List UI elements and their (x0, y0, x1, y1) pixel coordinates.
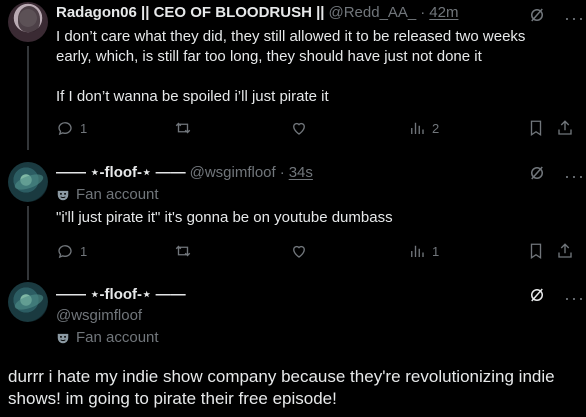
handle-row: @wsgimfloof (56, 307, 142, 324)
timestamp[interactable]: 34s (289, 164, 313, 181)
bookmark-button[interactable] (527, 119, 545, 137)
fan-account-label: Fan account (76, 329, 159, 346)
reply-button[interactable]: 1 (56, 242, 87, 260)
share-button[interactable] (556, 242, 574, 260)
tweet-controls: ··· (528, 286, 585, 309)
author-name[interactable]: —— ⋆-floof-⋆ —— (56, 285, 186, 303)
reply-button[interactable]: 1 (56, 119, 87, 137)
share-icon (558, 120, 572, 135)
views-count: 2 (432, 120, 440, 136)
avatar[interactable] (8, 2, 48, 42)
tweet-text: I don’t care what they did, they still a… (56, 28, 526, 105)
focused-tweet[interactable]: —— ⋆-floof-⋆ —— @wsgimfloof ··· Fan acco… (0, 280, 586, 417)
separator-dot: · (420, 4, 426, 21)
thread-line (27, 46, 29, 150)
retweet-icon (175, 245, 191, 257)
tweet-text: "i'll just pirate it" it's gonna be on y… (56, 209, 393, 226)
tweet-1[interactable]: Radagon06 || CEO OF BLOODRUSH || @Redd_A… (0, 0, 586, 150)
more-options-icon[interactable]: ··· (564, 167, 585, 185)
tweet-header: —— ⋆-floof-⋆ —— (56, 285, 186, 303)
reply-icon (58, 245, 72, 259)
tweet-2[interactable]: —— ⋆-floof-⋆ —— @wsgimfloof · 34s ··· Fa… (0, 150, 586, 280)
like-button[interactable] (290, 242, 308, 260)
tweet-header: Radagon06 || CEO OF BLOODRUSH || @Redd_A… (56, 4, 458, 21)
reply-count: 1 (80, 120, 88, 136)
grok-icon[interactable] (528, 164, 546, 187)
action-bar: 1 2 (56, 119, 576, 139)
timestamp[interactable]: 42m (429, 4, 458, 21)
share-button[interactable] (556, 119, 574, 137)
bookmark-button[interactable] (527, 242, 545, 260)
author-name[interactable]: Radagon06 || CEO OF BLOODRUSH || (56, 4, 324, 21)
grok-icon[interactable] (528, 286, 546, 309)
views-count: 1 (432, 243, 440, 259)
bookmark-icon (530, 243, 542, 260)
bookmark-icon (530, 120, 542, 137)
heart-icon (293, 122, 305, 135)
thread-line (27, 206, 29, 280)
reply-count: 1 (80, 243, 88, 259)
like-button[interactable] (290, 119, 308, 137)
author-handle[interactable]: @wsgimfloof (190, 164, 276, 181)
grok-icon[interactable] (528, 6, 546, 29)
tweet-controls: ··· (528, 6, 585, 29)
heart-icon (293, 245, 305, 258)
fan-account-badge: Fan account (56, 329, 159, 346)
reply-icon (58, 122, 72, 136)
retweet-button[interactable] (174, 242, 192, 260)
views-icon (411, 245, 424, 257)
separator-dot: · (279, 163, 285, 181)
avatar[interactable] (8, 282, 48, 322)
retweet-button[interactable] (174, 119, 192, 137)
views-icon (411, 122, 424, 134)
mask-icon (57, 190, 69, 200)
author-handle[interactable]: @Redd_AA_ (328, 4, 416, 21)
views-button[interactable]: 2 (408, 119, 439, 137)
focused-tweet-text: durrr i hate my indie show company becau… (8, 367, 555, 408)
more-options-icon[interactable]: ··· (564, 289, 585, 307)
fan-account-badge: Fan account (56, 186, 159, 203)
author-name[interactable]: —— ⋆-floof-⋆ —— (56, 163, 186, 181)
author-handle[interactable]: @wsgimfloof (56, 307, 142, 324)
views-button[interactable]: 1 (408, 242, 439, 260)
action-bar: 1 1 (56, 242, 576, 262)
tweet-controls: ··· (528, 164, 585, 187)
tweet-header: —— ⋆-floof-⋆ —— @wsgimfloof · 34s (56, 163, 313, 182)
share-icon (558, 243, 572, 258)
fan-account-label: Fan account (76, 186, 159, 203)
more-options-icon[interactable]: ··· (564, 9, 585, 27)
retweet-icon (175, 122, 191, 134)
avatar[interactable] (8, 162, 48, 202)
mask-icon (57, 333, 69, 343)
